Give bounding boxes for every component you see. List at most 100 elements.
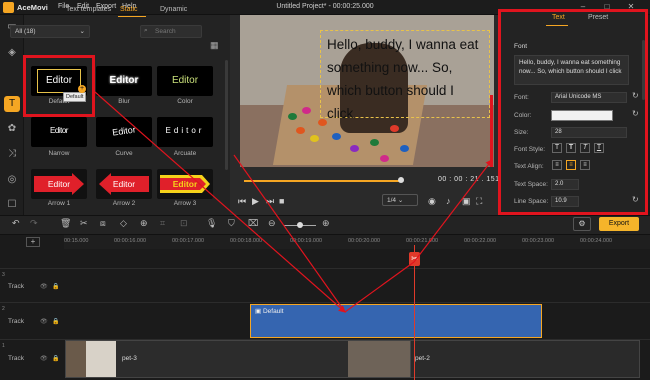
shield-icon[interactable]: ⛉ [228,218,235,229]
timecode: 00 : 00 : 21 . 151 [438,176,500,183]
tab-preset[interactable]: Preset [588,14,608,21]
italic-button[interactable]: T [580,143,590,153]
screen-icon[interactable]: ▣ [462,196,471,207]
clip-name: pet-2 [415,355,430,362]
video-clip[interactable]: pet-2 [410,340,640,378]
tab-dynamic[interactable]: Dynamic [160,6,187,13]
template-arrow-1[interactable]: Editor [31,169,87,199]
template-arrow-2[interactable]: Editor [96,169,152,199]
video-clip[interactable]: pet-3 [65,340,410,378]
microphone-icon[interactable]: 🎙 [206,218,217,229]
eye-icon[interactable]: 👁 [40,355,48,362]
text-clip[interactable]: ▣ Default [250,304,542,338]
grid-view-icon[interactable]: ▦ [210,40,219,51]
template-label: Narrow [48,150,70,157]
red-marker [490,95,493,167]
align-right-button[interactable]: ≡ [580,160,590,170]
reset-icon[interactable]: ↻ [632,195,639,204]
playback-progress-fill [244,180,400,182]
clip-name: pet-3 [122,355,137,362]
crop-tool-icon[interactable]: ⌧ [248,218,258,229]
snapshot-icon[interactable]: ◉ [428,196,436,207]
playhead-scissors-icon[interactable]: ✂ [409,252,420,266]
effects-icon[interactable]: ✿ [4,121,20,137]
mark-icon[interactable]: ◇ [120,218,127,229]
search-icon: ⌕ [144,27,148,34]
template-narrow[interactable]: Editor [31,117,87,147]
zoom-out-icon[interactable]: ⊖ [268,218,276,229]
template-blur[interactable]: Editor [96,66,152,96]
text-content-field[interactable]: Hello, buddy, I wanna eat something now.… [514,55,629,85]
template-color[interactable]: Editor [157,66,213,96]
template-label: Arcuate [173,150,197,157]
transition-icon[interactable]: ⤨ [4,146,20,162]
library-scrollbar[interactable] [225,60,228,170]
prev-frame-icon[interactable]: ⏮ [238,196,246,207]
app-logo-icon [3,2,14,13]
transform-icon[interactable]: ⊡ [180,218,188,229]
tab-text[interactable]: Text [552,14,565,21]
lock-icon[interactable]: 🔒 [52,283,59,290]
tab-text-templates[interactable]: Text templates [66,6,111,13]
playback-handle[interactable] [398,177,404,183]
delete-icon[interactable]: 🗑 [60,218,71,229]
template-arcuate[interactable]: Editor [157,117,213,147]
split-icon[interactable]: ⧈ [100,218,106,229]
volume-icon[interactable]: ♪ [446,196,451,206]
font-section-heading: Font [514,43,528,50]
add-track-button[interactable]: + [26,237,40,247]
color-swatch[interactable] [551,110,613,121]
marker-icon[interactable]: ⊕ [140,218,148,229]
size-value: 28 [555,129,562,135]
template-label: Arrow 2 [112,200,136,207]
add-icon[interactable]: + [78,85,86,93]
app-name: AceMovi [17,3,48,12]
font-style-label: Font Style: [514,146,546,153]
align-center-button[interactable]: ≡ [566,160,576,170]
track-number: 2 [2,306,5,312]
template-arrow-3[interactable]: Editor [157,169,213,199]
zoom-in-icon[interactable]: ⊕ [322,218,330,229]
properties-scrollbar[interactable] [642,40,645,100]
align-left-button[interactable]: ≡ [552,160,562,170]
play-icon[interactable]: ▶ [252,196,259,207]
template-curve[interactable]: Editor [96,117,152,147]
eye-icon[interactable]: 👁 [40,318,48,325]
sticker-icon[interactable]: ☐ [4,197,20,213]
crop-icon[interactable]: ⌗ [160,218,165,229]
undo-icon[interactable]: ↶ [12,218,20,229]
text-overlay[interactable]: Hello, buddy, I wanna eat something now.… [320,30,490,121]
template-label: Curve [115,150,133,157]
tab-static[interactable]: Static [120,6,138,13]
template-label: Color [177,98,193,105]
category-select[interactable]: All (18) ⌄ [10,25,90,38]
line-space-field[interactable]: 10.9 [551,196,579,207]
fullscreen-icon[interactable]: ⛶ [476,196,482,207]
text-space-field[interactable]: 2.0 [551,179,579,190]
export-button[interactable]: Export [599,217,639,231]
size-select[interactable]: 28 [551,127,627,138]
lock-icon[interactable]: 🔒 [52,318,59,325]
underline-button[interactable]: T [594,143,604,153]
clip-thumbnail [86,341,116,377]
stop-icon[interactable]: ■ [279,196,284,206]
text-icon[interactable]: T [4,96,20,112]
layers-icon[interactable]: ◈ [4,45,20,61]
settings-sliders-icon[interactable]: ⚙ [573,217,591,231]
reset-icon[interactable]: ↻ [632,91,639,100]
preview-quality-select[interactable]: 1/4 ⌄ [382,194,418,206]
eye-icon[interactable]: 👁 [40,283,48,290]
next-frame-icon[interactable]: ⏭ [266,196,274,207]
track-label: Track [8,283,25,290]
font-select[interactable]: Arial Unicode MS [551,92,627,103]
search-input[interactable]: ⌕ Search [140,25,202,38]
font-style-regular-button[interactable]: T [552,143,562,153]
export-label: Export [608,220,630,227]
cut-icon[interactable]: ✂ [80,218,88,229]
reset-icon[interactable]: ↻ [632,109,639,118]
filter-icon[interactable]: ◎ [4,172,20,188]
zoom-slider-handle[interactable] [297,222,303,228]
lock-icon[interactable]: 🔒 [52,355,59,362]
bold-button[interactable]: T [566,143,576,153]
redo-icon[interactable]: ↷ [30,218,38,229]
